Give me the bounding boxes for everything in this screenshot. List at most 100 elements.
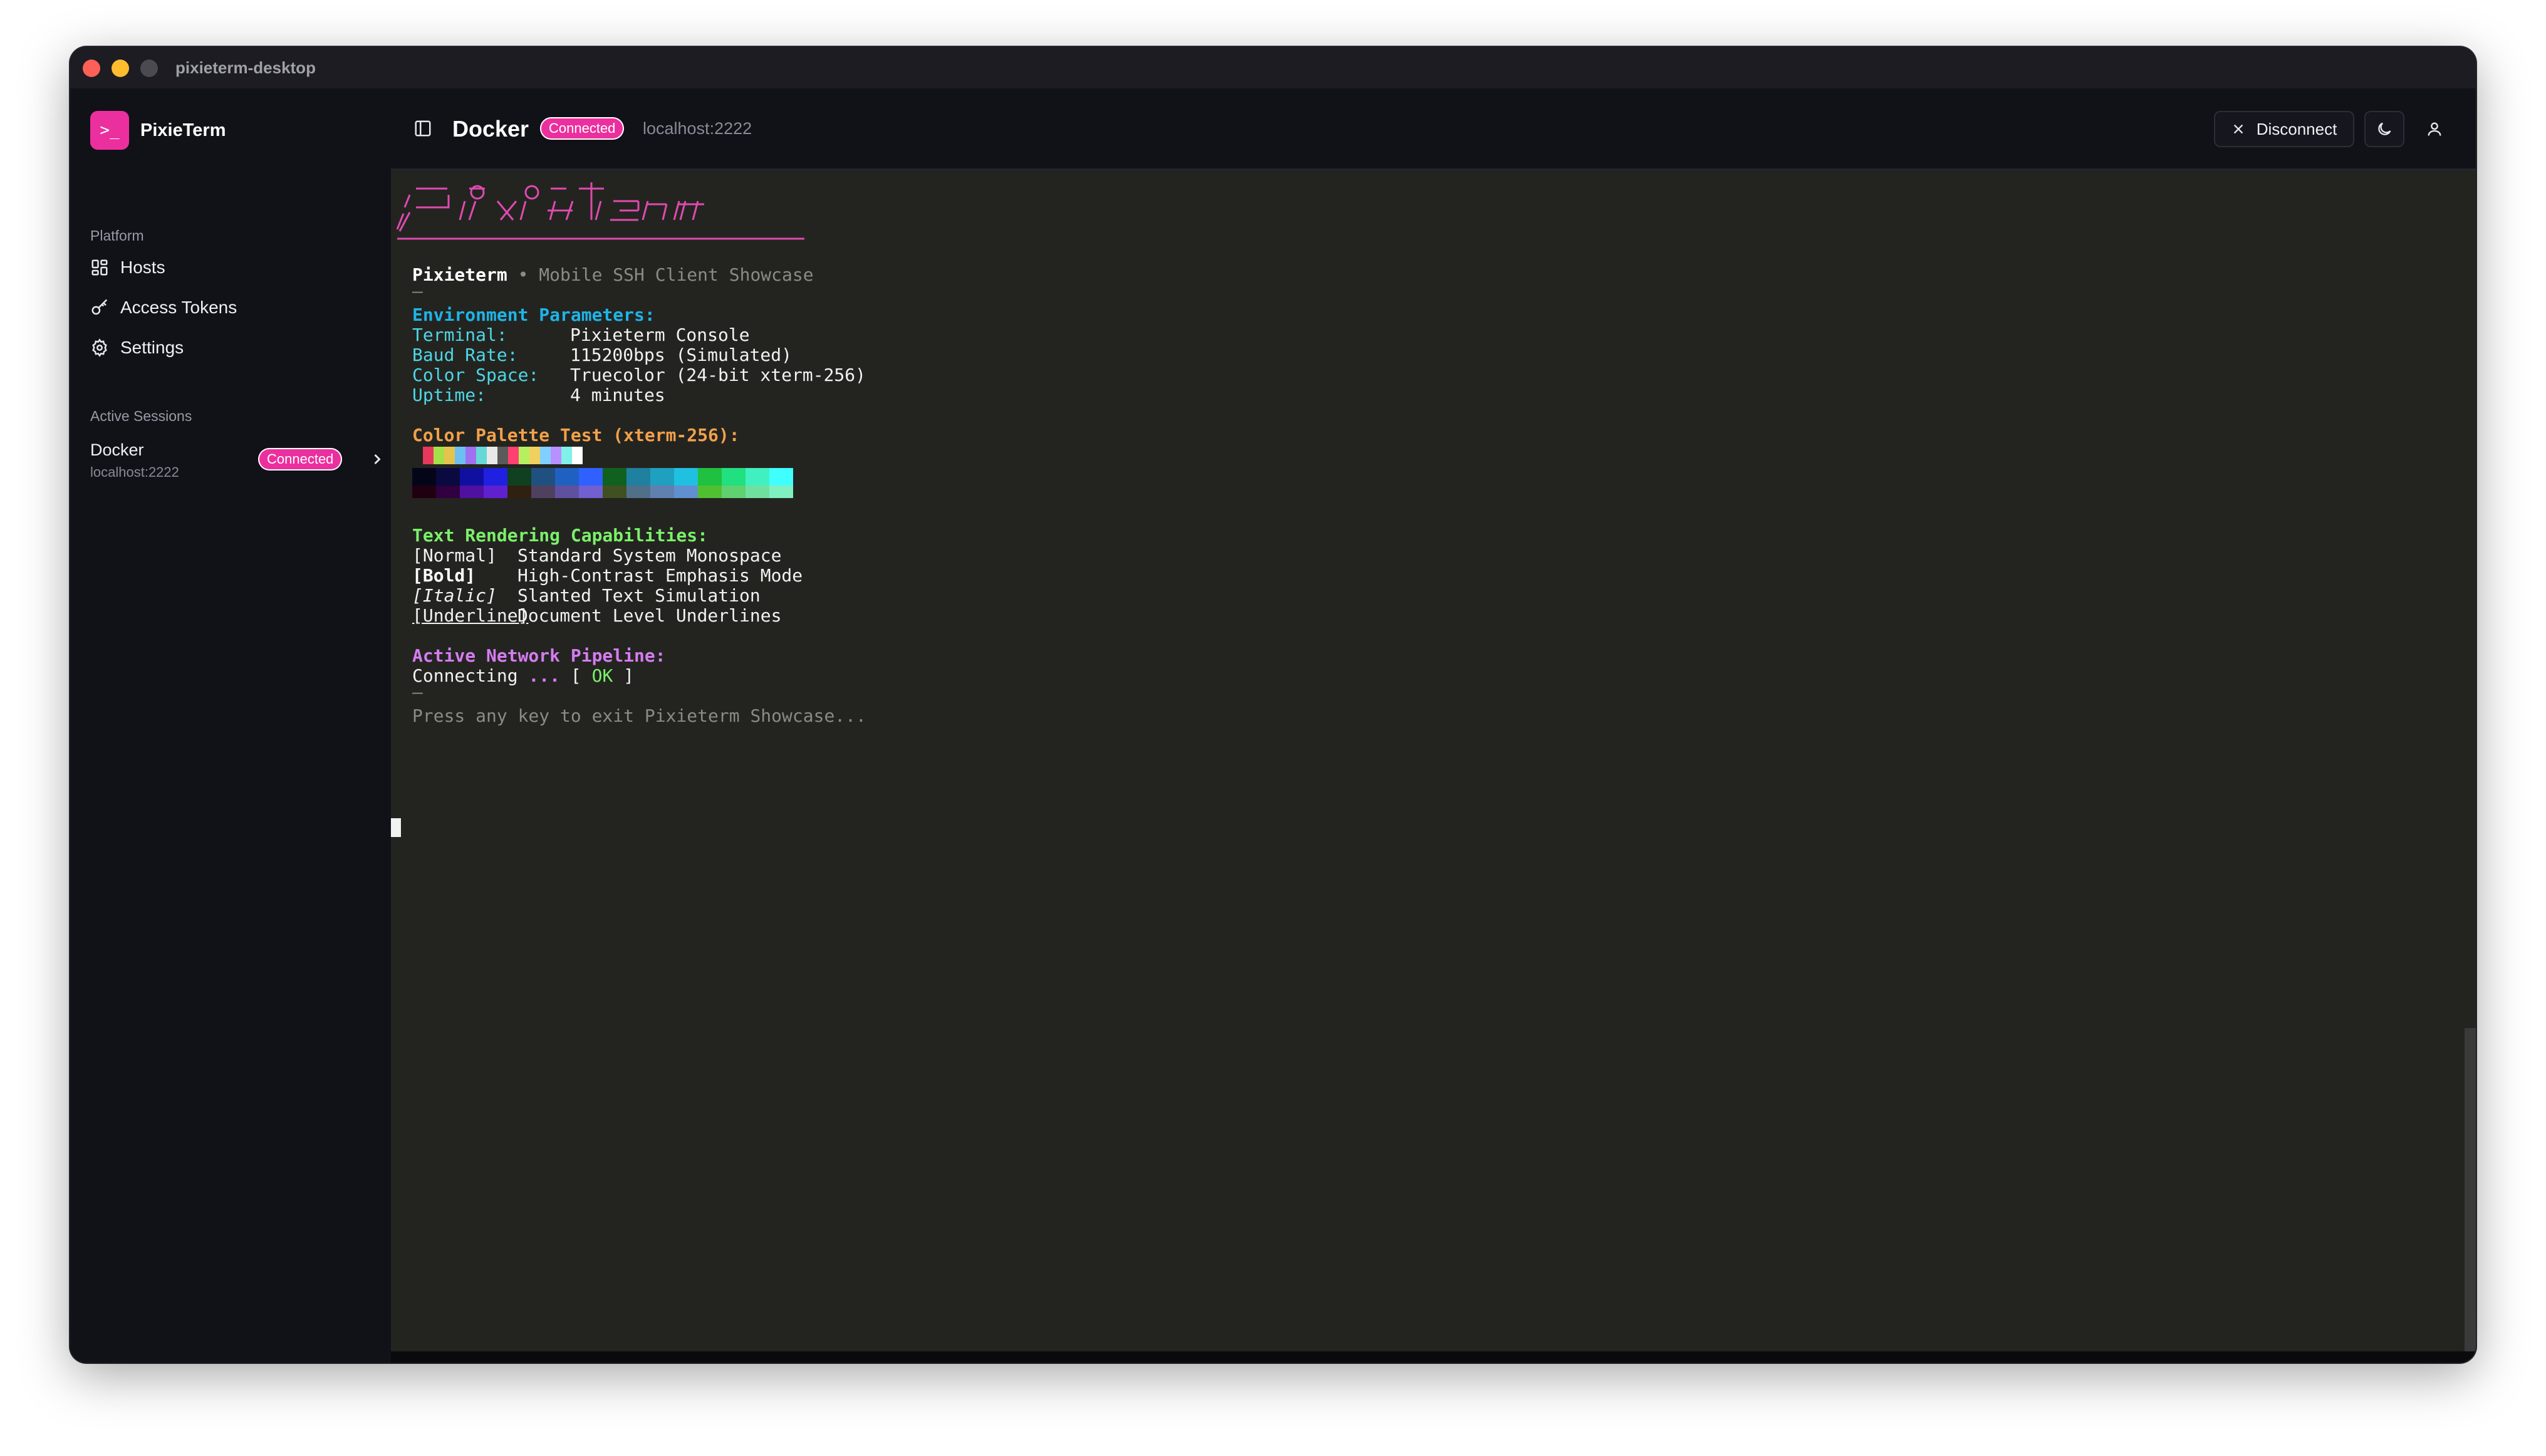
color-swatch <box>650 486 674 498</box>
color-swatch <box>531 486 555 498</box>
color-swatch <box>626 468 650 486</box>
window-title: pixieterm-desktop <box>175 58 316 77</box>
color-swatch <box>551 447 561 464</box>
style-tag: [Normal] <box>412 545 497 566</box>
color-swatch <box>603 468 626 486</box>
color-swatch <box>674 486 698 498</box>
disconnect-label: Disconnect <box>2256 119 2337 138</box>
sidebar-item-label: Hosts <box>120 257 165 277</box>
style-desc: Slanted Text Simulation <box>517 585 761 606</box>
session-item-docker[interactable]: Docker localhost:2222 Connected <box>90 440 381 484</box>
color-swatch <box>412 486 436 498</box>
color-swatch <box>507 468 531 486</box>
moon-icon <box>2378 122 2391 135</box>
color-swatch <box>529 447 540 464</box>
connection-name: Docker <box>452 116 529 142</box>
color-swatch <box>746 486 769 498</box>
sidebar-item-settings[interactable]: Settings <box>90 333 184 363</box>
divider-rule: — <box>412 281 423 301</box>
title-bar: pixieterm-desktop <box>70 47 2476 90</box>
env-key: Terminal: <box>412 325 507 345</box>
color-swatch <box>579 468 603 486</box>
text-heading: Text Rendering Capabilities: <box>412 525 709 546</box>
color-swatch <box>650 468 674 486</box>
chevron-right-icon[interactable] <box>368 448 386 471</box>
style-row: [Bold] High-Contrast Emphasis Mode <box>412 566 803 586</box>
banner-separator: • <box>507 264 539 285</box>
user-menu-button[interactable] <box>2414 111 2455 147</box>
color-swatch <box>436 468 460 486</box>
style-row: [Italic] Slanted Text Simulation <box>412 586 761 606</box>
sidebar-item-label: Access Tokens <box>120 298 237 317</box>
theme-toggle-button[interactable] <box>2364 111 2404 147</box>
color-swatch <box>444 447 455 464</box>
banner-brand: Pixieterm <box>412 264 507 285</box>
color-swatch <box>436 486 460 498</box>
terminal-logo-icon: >_ <box>90 111 129 150</box>
status-badge: Connected <box>258 448 343 471</box>
color-swatch <box>561 447 572 464</box>
color-swatch <box>434 447 444 464</box>
connecting-label: Connecting <box>412 665 518 686</box>
connecting-dots: ... <box>528 665 561 686</box>
env-row: Color Space: Truecolor (24-bit xterm-256) <box>412 365 866 385</box>
color-swatch <box>531 468 555 486</box>
terminal-bottom-edge <box>391 1351 2476 1363</box>
brand[interactable]: >_ PixieTerm <box>90 111 226 150</box>
terminal-output[interactable]: Pixieterm • Mobile SSH Client Showcase —… <box>391 170 2476 1351</box>
main-panel: Docker Connected localhost:2222 Disconne… <box>391 88 2476 1363</box>
style-row: [Normal] Standard System Monospace <box>412 546 781 566</box>
color-swatch <box>519 447 529 464</box>
style-tag: [Italic] <box>412 585 497 606</box>
color-swatch <box>484 468 507 486</box>
disconnect-button[interactable]: Disconnect <box>2214 111 2354 147</box>
env-value: Pixieterm Console <box>570 325 750 345</box>
style-row: [Underline]Document Level Underlines <box>412 606 781 626</box>
palette-row-basic <box>412 447 583 464</box>
terminal-scrollbar[interactable] <box>2465 1028 2476 1363</box>
status-badge: Connected <box>540 117 625 140</box>
env-key: Baud Rate: <box>412 345 518 365</box>
color-swatch <box>579 486 603 498</box>
color-swatch <box>603 486 626 498</box>
color-swatch <box>555 468 579 486</box>
color-swatch <box>769 486 793 498</box>
key-icon <box>91 299 108 315</box>
env-value: Truecolor (24-bit xterm-256) <box>570 365 866 385</box>
sidebar-toggle-icon[interactable] <box>413 119 432 138</box>
color-swatch <box>460 486 484 498</box>
color-swatch <box>626 486 650 498</box>
terminal-cursor <box>391 818 401 837</box>
platform-section-label: Platform <box>90 227 144 244</box>
color-swatch <box>555 486 579 498</box>
palette-row-cube <box>412 468 793 486</box>
color-swatch <box>412 468 436 486</box>
pixieterm-ascii-logo <box>396 182 804 240</box>
color-swatch <box>465 447 476 464</box>
sidebar-item-hosts[interactable]: Hosts <box>90 252 165 283</box>
style-tag: [Bold] <box>412 565 476 586</box>
ok-status: OK <box>591 665 613 686</box>
palette-heading: Color Palette Test (xterm-256): <box>412 425 740 445</box>
color-swatch <box>507 486 531 498</box>
env-key: Uptime: <box>412 385 487 405</box>
close-window-button[interactable] <box>83 60 100 77</box>
color-swatch <box>412 447 423 464</box>
banner-line: Pixieterm • Mobile SSH Client Showcase <box>412 265 814 285</box>
color-swatch <box>746 468 769 486</box>
style-desc: High-Contrast Emphasis Mode <box>517 565 803 586</box>
gear-icon <box>92 338 107 357</box>
color-swatch <box>455 447 465 464</box>
style-desc: Standard System Monospace <box>517 545 782 566</box>
brand-name: PixieTerm <box>140 120 226 140</box>
zoom-window-button[interactable] <box>140 60 158 77</box>
color-swatch <box>540 447 551 464</box>
user-icon <box>2428 122 2441 136</box>
network-heading: Active Network Pipeline: <box>412 645 666 666</box>
grid-icon <box>91 259 108 276</box>
minimize-window-button[interactable] <box>112 60 129 77</box>
app-window: pixieterm-desktop >_ PixieTerm Platform … <box>70 47 2476 1363</box>
sidebar-item-access-tokens[interactable]: Access Tokens <box>90 293 237 323</box>
session-name: Docker <box>90 440 144 459</box>
active-sessions-label: Active Sessions <box>90 408 192 424</box>
